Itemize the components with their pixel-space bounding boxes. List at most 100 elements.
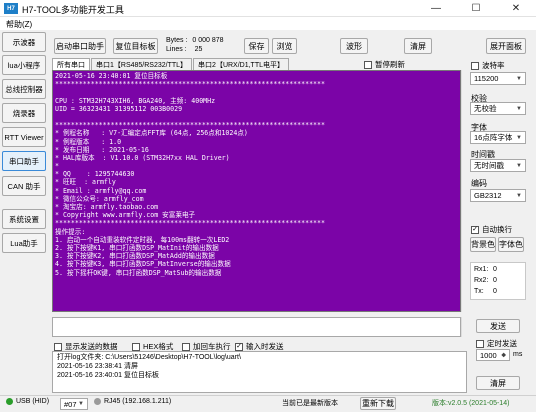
menu-bar: 帮助(Z) [0,17,536,30]
redownload-button[interactable]: 重新下载 [360,397,396,410]
console-line: CPU : STM32H743XIH6, BGA240, 主频: 400MHz [55,96,216,105]
maximize-button[interactable]: ☐ [456,0,496,17]
font-color-button[interactable]: 字体色 [498,237,524,252]
chevron-down-icon: ▼ [516,75,522,82]
check-icon[interactable]: ✓ [471,225,479,234]
bytes-value: 0 000 878 [192,37,224,44]
rx1-value: 0 [493,266,497,273]
save-button[interactable]: 保存 [244,38,269,54]
tx-value: 0 [493,288,497,295]
console-line: 1. 启动一个自动重装软件定时器, 每100ms翻转一次LED2 [55,235,230,244]
console-line: * 例程名称 : V7-汇编定点FFT库 (64点, 256点和1024点) [55,129,248,138]
auto-wrap-checkbox[interactable]: ✓ 自动换行 [471,224,512,235]
send-scrollbar[interactable] [461,317,468,337]
show-sent-box[interactable] [54,342,62,351]
console-line: ****************************************… [55,80,325,89]
encoding-label: 编码 [471,179,487,188]
encoding-select[interactable]: GB2312 ▼ [470,189,526,202]
console-line: * Copyright www.armfly.com 安富莱电子 [55,211,196,220]
sidebar-item-lua-program[interactable]: lua小程序 [2,55,46,75]
reset-target-button[interactable]: 复位目标板 [113,38,158,54]
pause-refresh-box[interactable] [364,60,372,69]
baud-select[interactable]: 115200 ▼ [470,72,526,85]
clear-screen-button[interactable]: 清屏 [404,38,432,54]
expand-panel-button[interactable]: 展开面板 [486,38,526,54]
font-select[interactable]: 16点阵字体 ▼ [470,131,526,144]
console-line: 5. 按下摇杆OK键, 串口打函数DSP_MatSub的输出数据 [55,268,222,277]
bytes-label: Bytes : [166,37,188,44]
title-bar: H7 H7-TOOL多功能开发工具 — ☐ ✕ [0,0,536,17]
parity-select[interactable]: 无校验 ▼ [470,102,526,115]
console-line: * 发布日期 : 2021-05-16 [55,145,149,154]
timestamp-select[interactable]: 无时间戳 ▼ [470,159,526,172]
font-value: 16点阵字体 [474,133,513,142]
rx2-label: Rx2: [474,277,489,284]
pause-refresh-checkbox[interactable]: 暂停刷新 [364,59,405,70]
usb-label: USB (HID) [16,398,50,405]
browse-button[interactable]: 浏览 [272,38,297,54]
add-cr-box[interactable] [182,342,190,351]
console-line: * [55,162,59,171]
console-line: * Email : armfly@qq.com [55,186,147,195]
console-line: * 旺旺 : armfly [55,178,116,187]
hex-format-box[interactable] [132,342,140,351]
app-icon: H7 [4,3,18,14]
sidebar-item-can-assistant[interactable]: CAN 助手 [2,176,46,196]
bytes-counter: Bytes : 0 000 878 [166,37,224,44]
version-text: 版本:v2.0.5 (2021-05-14) [432,400,510,407]
log-clear-button[interactable]: 清屏 [476,376,520,390]
tab-all-ports[interactable]: 所有串口 [52,58,90,70]
serial-tabs: 所有串口 串口1【RS485/RS232/TTL】 串口2【URX/D1,TTL… [52,58,290,70]
encoding-value: GB2312 [474,191,502,200]
sidebar-item-system-settings[interactable]: 系统设置 [2,209,46,229]
bg-color-button[interactable]: 背景色 [470,237,496,252]
sidebar-item-bus-controller[interactable]: 总线控制器 [2,79,46,99]
chevron-down-icon: ▼ [516,162,522,169]
parity-value: 无校验 [474,104,497,113]
close-button[interactable]: ✕ [496,0,536,17]
auto-wrap-label: 自动换行 [482,225,512,234]
start-serial-assistant-button[interactable]: 启动串口助手 [54,38,106,54]
timestamp-value: 无时间戳 [474,161,504,170]
timed-send-checkbox[interactable]: 定时发送 [476,338,517,349]
sidebar-item-programmer[interactable]: 烧录器 [2,103,46,123]
baud-label: 波特率 [482,61,505,70]
send-button[interactable]: 发送 [476,319,520,333]
minimize-button[interactable]: — [416,0,456,17]
sidebar-item-oscilloscope[interactable]: 示波器 [2,32,46,52]
device-select[interactable]: #07 ▼ [60,398,88,410]
console-output[interactable]: 2021-05-16 23:40:01 复位目标板 ***************… [52,70,461,312]
baud-value: 115200 [474,74,499,83]
timed-send-box[interactable] [476,339,484,348]
console-line: * 例程版本 : 1.0 [55,137,122,146]
tab-port1[interactable]: 串口1【RS485/RS232/TTL】 [91,58,193,70]
usb-status-dot [6,398,13,405]
console-line: * 微信公众号: armfly_com [55,194,144,203]
usb-status: USB (HID) [6,398,49,405]
interval-stepper[interactable]: 1000 ◆ [476,349,510,361]
tab-port2[interactable]: 串口2【URX/D1,TTL电平】 [193,58,290,70]
status-bar: USB (HID) #07 ▼ RJ45 (192.168.1.211) 当前已… [0,395,536,412]
log-line: 打开log文件夹: C:\Users\51246\Desktop\H7-TOOL… [57,354,241,361]
menu-help[interactable]: 帮助(Z) [6,19,32,30]
send-input[interactable] [52,317,461,337]
console-line: 2. 按下按键K1, 串口打函数DSP_MatInit的输出数据 [55,243,219,252]
port-select-checkbox[interactable]: 波特率 [471,60,505,71]
rj45-label: RJ45 (192.168.1.211) [104,398,172,405]
interval-value: 1000 [480,350,497,360]
port-select-box[interactable] [471,61,479,70]
check-icon[interactable]: ✓ [235,342,243,351]
chevron-down-icon: ▼ [78,401,84,407]
console-scrollbar[interactable] [461,70,468,312]
log-output[interactable]: 打开log文件夹: C:\Users\51246\Desktop\H7-TOOL… [52,351,467,393]
chevron-down-icon: ▼ [516,105,522,112]
stepper-icon[interactable]: ◆ [501,352,506,359]
sidebar-item-rtt-viewer[interactable]: RTT Viewer [2,127,46,147]
waveform-button[interactable]: 波形 [340,38,368,54]
console-line: * QQ : 1295744630 [55,170,135,179]
sidebar-item-serial-assistant[interactable]: 串口助手 [2,151,46,171]
sidebar-item-lua-assistant[interactable]: Lua助手 [2,233,46,253]
chevron-down-icon: ▼ [516,134,522,141]
